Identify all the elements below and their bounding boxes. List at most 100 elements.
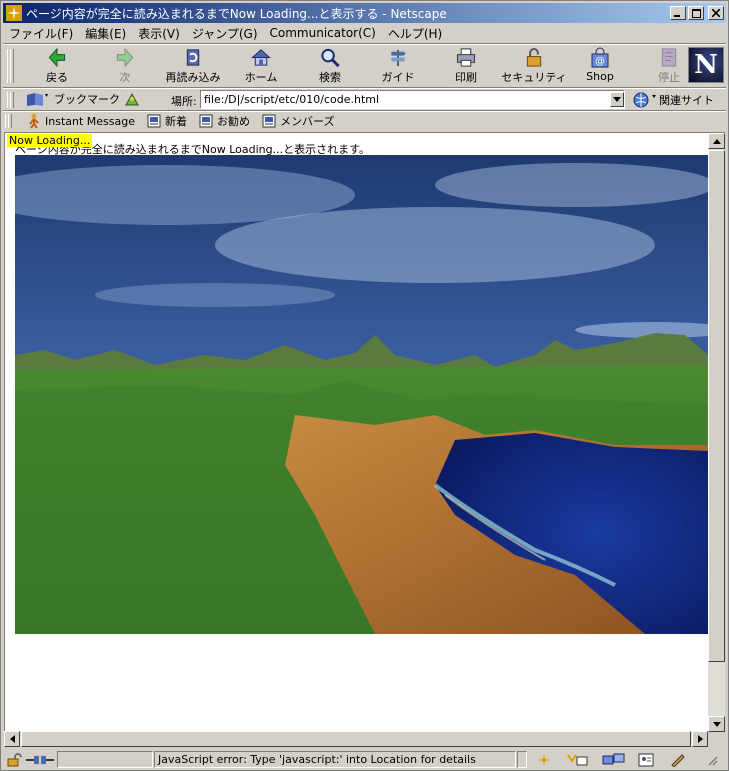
print-label: 印刷 xyxy=(455,71,477,84)
menu-file[interactable]: ファイル(F) xyxy=(3,25,79,42)
search-button[interactable]: 検索 xyxy=(315,47,345,85)
menu-view[interactable]: 表示(V) xyxy=(132,25,186,42)
location-toolbar: ブックマーク 場所: 関連サイト xyxy=(3,89,726,111)
related-sites-button[interactable]: 関連サイト xyxy=(631,91,714,109)
dropdown-arrow-icon xyxy=(613,97,621,102)
now-loading-label: Now Loading... xyxy=(7,134,93,147)
menu-communicator[interactable]: Communicator(C) xyxy=(264,26,382,40)
menu-go[interactable]: ジャンプ(G) xyxy=(186,25,264,42)
composer-component-icon[interactable] xyxy=(669,752,687,768)
landscape-image xyxy=(15,155,708,634)
horizontal-scroll-thumb[interactable] xyxy=(21,731,691,747)
members-link[interactable]: メンバーズ xyxy=(262,113,334,129)
page-content: ページ内容が完全に読み込まれるまでNow Loading...と表示されます。 … xyxy=(4,132,709,732)
home-button[interactable]: ホーム xyxy=(243,47,279,85)
status-text: JavaScript error: Type 'javascript:' int… xyxy=(158,753,476,766)
security-lock-icon xyxy=(526,47,542,67)
security-button[interactable]: セキュリティ xyxy=(501,47,567,85)
search-label: 検索 xyxy=(319,71,341,84)
minimize-button[interactable] xyxy=(670,6,686,20)
guide-signpost-icon xyxy=(390,49,406,67)
recommend-label: お勧め xyxy=(217,115,250,128)
address-book-component-icon[interactable] xyxy=(637,752,655,768)
scroll-up-arrow-icon xyxy=(712,138,721,144)
title-bar: ページ内容が完全に読み込まれるまでNow Loading...と表示する - N… xyxy=(3,3,726,23)
back-button[interactable]: 戻る xyxy=(41,47,73,85)
menu-edit[interactable]: 編集(E) xyxy=(79,25,132,42)
scroll-left-button[interactable] xyxy=(4,731,20,747)
page-proxy-icon[interactable] xyxy=(123,91,141,108)
forward-button[interactable]: 次 xyxy=(111,47,139,85)
toolbar-grip[interactable] xyxy=(5,112,13,130)
shop-bag-icon: @ xyxy=(591,47,609,68)
menu-bar: ファイル(F) 編集(E) 表示(V) ジャンプ(G) Communicator… xyxy=(3,24,726,42)
address-book-icon xyxy=(638,753,654,767)
back-arrow-icon xyxy=(48,47,66,68)
stop-button[interactable]: 停止 xyxy=(655,47,683,85)
mail-component-icon[interactable] xyxy=(565,752,589,768)
guide-button[interactable]: ガイド xyxy=(381,47,415,85)
toolbar-grip[interactable] xyxy=(7,47,15,85)
status-text-box: JavaScript error: Type 'javascript:' int… xyxy=(154,751,516,768)
maximize-icon xyxy=(691,8,701,18)
bookmarks-icon xyxy=(27,93,48,106)
guide-label: ガイド xyxy=(381,71,415,84)
navigator-icon xyxy=(538,754,550,766)
forward-arrow-icon xyxy=(116,47,134,68)
minimize-icon xyxy=(674,15,680,17)
scroll-right-button[interactable] xyxy=(692,731,708,747)
stop-label: 停止 xyxy=(658,71,680,84)
maximize-button[interactable] xyxy=(688,6,704,20)
horizontal-scrollbar[interactable] xyxy=(4,731,708,747)
home-icon xyxy=(251,49,271,66)
vertical-scroll-thumb[interactable] xyxy=(708,150,725,662)
menu-help[interactable]: ヘルプ(H) xyxy=(382,25,448,42)
mail-icon xyxy=(567,754,588,766)
stop-icon xyxy=(661,48,677,67)
home-label: ホーム xyxy=(244,71,278,84)
status-bar: JavaScript error: Type 'javascript:' int… xyxy=(3,750,726,770)
reload-label: 再読み込み xyxy=(165,71,221,84)
scroll-down-button[interactable] xyxy=(708,716,725,732)
new-link[interactable]: 新着 xyxy=(147,113,187,129)
bookmarks-label: ブックマーク xyxy=(54,93,120,106)
instant-message-person-icon xyxy=(29,113,39,129)
new-label: 新着 xyxy=(165,115,187,128)
vertical-scrollbar[interactable] xyxy=(708,132,725,732)
navigation-toolbar: 戻る 次 再読み込み ホーム 検索 ガイド 印刷 セキュリティ @ Shop 停… xyxy=(3,45,726,87)
resize-grip[interactable] xyxy=(703,752,721,768)
location-label: 場所: xyxy=(171,95,197,108)
reload-icon xyxy=(186,49,200,66)
close-button[interactable] xyxy=(708,6,724,20)
print-button[interactable]: 印刷 xyxy=(451,47,481,85)
netscape-logo[interactable]: N xyxy=(688,47,724,83)
location-input[interactable] xyxy=(200,90,625,109)
security-status-button[interactable] xyxy=(5,752,23,768)
discussion-component-icon[interactable] xyxy=(601,752,627,768)
shop-button[interactable]: @ Shop xyxy=(585,47,615,85)
connection-status-icon xyxy=(25,752,55,768)
toolbar-grip[interactable] xyxy=(7,90,15,110)
search-icon xyxy=(321,48,340,68)
forward-label: 次 xyxy=(119,71,131,84)
instant-message-button[interactable]: Instant Message xyxy=(27,113,135,129)
navigator-component-icon[interactable] xyxy=(535,752,553,768)
scroll-up-button[interactable] xyxy=(708,133,725,149)
scroll-right-arrow-icon xyxy=(697,735,703,743)
scroll-left-arrow-icon xyxy=(9,735,15,743)
recommend-link[interactable]: お勧め xyxy=(199,113,250,129)
close-icon xyxy=(712,9,720,17)
bookmark-page-icon xyxy=(199,114,213,128)
members-label: メンバーズ xyxy=(280,115,335,128)
resize-grip-icon xyxy=(708,756,718,766)
location-dropdown-button[interactable] xyxy=(610,92,624,107)
bookmark-page-icon xyxy=(147,114,161,128)
bookmark-page-icon xyxy=(262,114,276,128)
reload-button[interactable]: 再読み込み xyxy=(163,47,223,85)
window-title: ページ内容が完全に読み込まれるまでNow Loading...と表示する - N… xyxy=(26,6,447,21)
back-label: 戻る xyxy=(46,71,68,84)
bookmarks-button[interactable]: ブックマーク xyxy=(25,91,120,107)
shop-label: Shop xyxy=(586,70,614,83)
discussion-icon xyxy=(602,753,625,765)
progress-box xyxy=(57,751,153,768)
